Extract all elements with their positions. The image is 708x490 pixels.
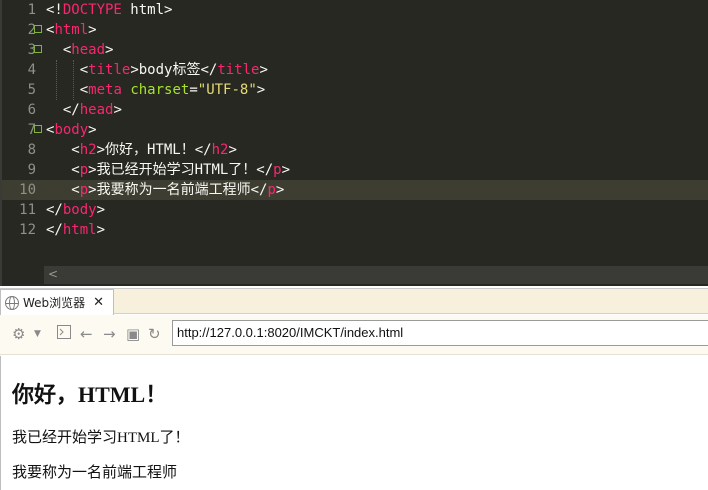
code-text: <title>body标签</title> — [46, 62, 268, 78]
indent-guide — [56, 60, 57, 100]
line-number: 9 — [27, 162, 36, 178]
code-line[interactable]: 5 <meta charset="UTF-8"> — [2, 80, 708, 100]
code-line[interactable]: 7 <body> — [2, 120, 708, 140]
terminal-icon[interactable] — [57, 325, 71, 343]
reload-icon[interactable]: ↻ — [148, 325, 161, 343]
code-text: <meta charset="UTF-8"> — [46, 82, 266, 98]
line-number: 4 — [27, 62, 36, 78]
browser-viewport: 你好，HTML！ 我已经开始学习HTML了！ 我要称为一名前端工程师 — [0, 356, 708, 490]
code-text: <h2>你好，HTML！</h2> — [46, 142, 237, 158]
code-text: </html> — [46, 222, 106, 238]
url-input[interactable]: http://127.0.0.1:8020/IMCKT/index.html — [172, 320, 708, 346]
horizontal-scrollbar[interactable]: < — [44, 266, 708, 284]
line-number: 7 — [27, 122, 36, 138]
tab-label: Web浏览器 — [23, 296, 86, 310]
scroll-left-arrow-icon[interactable]: < — [48, 267, 58, 281]
page-paragraph-1: 我已经开始学习HTML了！ — [12, 430, 190, 446]
back-icon[interactable]: ← — [80, 325, 93, 343]
forward-icon[interactable]: → — [103, 325, 116, 343]
line-number: 2 — [27, 22, 36, 38]
line-number: 1 — [27, 2, 36, 18]
code-line[interactable]: 12 </html> — [2, 220, 708, 240]
fold-marker-icon[interactable] — [34, 125, 42, 133]
line-number: 12 — [19, 222, 36, 238]
code-line[interactable]: 2 <html> — [2, 20, 708, 40]
browser-toolbar: ⚙ ▼ ← → ▣ ↻ http://127.0.0.1:8020/IMCKT/… — [0, 315, 708, 355]
line-number: 5 — [27, 82, 36, 98]
indent-guide — [73, 60, 74, 100]
close-icon[interactable]: ✕ — [93, 295, 104, 310]
code-text: </head> — [46, 102, 122, 118]
code-text: </body> — [46, 202, 106, 218]
fold-marker-icon[interactable] — [34, 45, 42, 53]
globe-icon — [5, 295, 19, 310]
line-number: 6 — [27, 102, 36, 118]
fold-marker-icon[interactable] — [34, 25, 42, 33]
code-text: <p>我要称为一名前端工程师</p> — [46, 182, 285, 198]
code-line[interactable]: 8 <h2>你好，HTML！</h2> — [2, 140, 708, 160]
panel-tab-bar: Web浏览器 ✕ — [0, 288, 708, 315]
line-number: 3 — [27, 42, 36, 58]
code-line[interactable]: 9 <p>我已经开始学习HTML了！</p> — [2, 160, 708, 180]
code-text: <p>我已经开始学习HTML了！</p> — [46, 162, 291, 178]
page-heading: 你好，HTML！ — [12, 382, 168, 407]
code-text: <!DOCTYPE html> — [46, 2, 173, 18]
code-text: <head> — [46, 42, 114, 58]
chevron-down-icon[interactable]: ▼ — [34, 325, 41, 343]
code-line[interactable]: 6 </head> — [2, 100, 708, 120]
code-text: <html> — [46, 22, 97, 38]
code-line[interactable]: 4 <title>body标签</title> — [2, 60, 708, 80]
code-line[interactable]: 1 <!DOCTYPE html> — [2, 0, 708, 20]
gear-icon[interactable]: ⚙ — [12, 325, 25, 343]
code-line[interactable]: 3 <head> — [2, 40, 708, 60]
line-number: 8 — [27, 142, 36, 158]
page-paragraph-2: 我要称为一名前端工程师 — [12, 465, 178, 481]
stop-icon[interactable]: ▣ — [126, 325, 140, 343]
line-number: 10 — [19, 182, 36, 198]
tab-web-browser[interactable]: Web浏览器 ✕ — [0, 289, 114, 315]
code-text: <body> — [46, 122, 97, 138]
code-editor[interactable]: 1 <!DOCTYPE html> 2 <html> 3 <head> 4 <title>… — [0, 0, 708, 286]
line-number: 11 — [19, 202, 36, 218]
code-line[interactable]: 10 <p>我要称为一名前端工程师</p> — [2, 180, 708, 200]
code-line[interactable]: 11 </body> — [2, 200, 708, 220]
